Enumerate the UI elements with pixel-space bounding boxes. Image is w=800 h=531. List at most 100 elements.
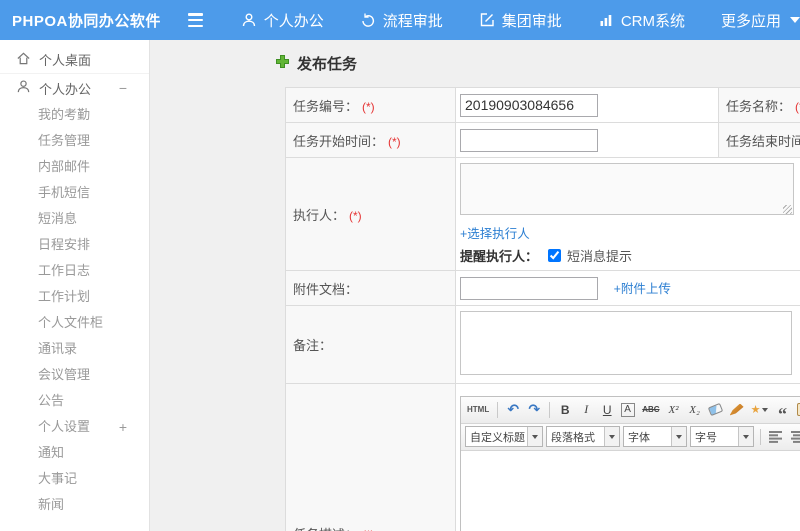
align-center-icon[interactable]: [789, 427, 800, 447]
align-left-icon[interactable]: [767, 427, 786, 447]
top-nav-menu: 个人办公 流程审批 集团审批 CRM系统 更多应用: [241, 10, 800, 31]
chevron-down-icon: [604, 427, 619, 446]
table-row: 执行人： (*) +选择执行人 提醒执行人： 短消息提示: [285, 157, 800, 271]
subscript-button[interactable]: X₂: [686, 400, 704, 420]
required-mark: (*): [795, 99, 800, 114]
chevron-down-icon: [762, 407, 769, 412]
sidebar-item-work-log[interactable]: 工作日志: [0, 258, 149, 284]
html-source-button[interactable]: HTML: [465, 400, 491, 420]
process-approval-icon: [360, 12, 376, 28]
home-icon: [16, 51, 31, 69]
remark-label: 备注：: [293, 338, 333, 353]
table-row: 任务开始时间：(*) 任务结束时间：(*): [285, 122, 800, 158]
remark-textarea[interactable]: [460, 311, 792, 375]
main-content: 发布任务 任务编号：(*) 任务名称：(*) 任务开始时间：(*) 任务结束时间…: [150, 40, 800, 531]
remind-executor-label: 提醒执行人：: [460, 249, 539, 264]
bold-button[interactable]: B: [556, 400, 574, 420]
rich-text-editor: HTML ↶ ↷ B I U A ABC X² X₂ ★ “ 自定义标题 段落格…: [460, 395, 800, 531]
select-executor-link[interactable]: +选择执行人: [460, 227, 530, 241]
nav-more-apps[interactable]: 更多应用: [721, 10, 800, 31]
start-time-input[interactable]: [460, 128, 598, 152]
chevron-down-icon: [527, 427, 542, 446]
table-row: 任务编号：(*) 任务名称：(*): [285, 87, 800, 123]
sidebar-item-milestones[interactable]: 大事记: [0, 466, 149, 492]
strikethrough-button[interactable]: ABC: [640, 400, 661, 420]
nav-group-approval[interactable]: 集团审批: [479, 10, 562, 31]
blockquote-button[interactable]: “: [773, 400, 791, 423]
undo-button[interactable]: ↶: [504, 400, 522, 420]
add-icon: [275, 54, 290, 73]
superscript-button[interactable]: X²: [665, 400, 683, 420]
app-logo: PHPOA协同办公软件: [12, 12, 161, 30]
chevron-down-icon: [790, 17, 800, 23]
sidebar-item-notice[interactable]: 通知: [0, 440, 149, 466]
publish-task-form: 任务编号：(*) 任务名称：(*) 任务开始时间：(*) 任务结束时间：(*) …: [285, 87, 800, 531]
edit-icon: [479, 12, 495, 28]
end-time-label: 任务结束时间：: [726, 133, 800, 149]
sidebar: 个人桌面 个人办公 − 我的考勤 任务管理 内部邮件 手机短信 短消息 日程安排…: [0, 40, 150, 531]
executor-textarea[interactable]: [460, 163, 794, 215]
editor-toolbar-row1: HTML ↶ ↷ B I U A ABC X² X₂ ★ “: [461, 396, 800, 424]
required-mark: (*): [388, 134, 401, 149]
italic-button[interactable]: I: [577, 400, 595, 420]
sidebar-item-announcement[interactable]: 公告: [0, 388, 149, 414]
task-number-label: 任务编号：: [293, 98, 359, 114]
font-size-dropdown[interactable]: 字号: [690, 426, 754, 447]
expand-icon[interactable]: +: [119, 414, 127, 440]
underline-button[interactable]: U: [598, 400, 616, 420]
editor-content-area[interactable]: [461, 450, 800, 531]
table-row: 附件文档： +附件上传: [285, 270, 800, 306]
sidebar-item-internal-mail[interactable]: 内部邮件: [0, 154, 149, 180]
attachment-label: 附件文档：: [293, 281, 359, 297]
chevron-down-icon: [671, 427, 686, 446]
nav-personal-office[interactable]: 个人办公: [241, 10, 324, 31]
eraser-icon[interactable]: [707, 400, 725, 420]
paste-template-button[interactable]: T: [794, 400, 800, 420]
font-style-button[interactable]: A: [619, 400, 637, 420]
sidebar-item-personal-desktop[interactable]: 个人桌面: [0, 46, 149, 74]
sidebar-item-work-plan[interactable]: 工作计划: [0, 284, 149, 310]
sidebar-item-schedule[interactable]: 日程安排: [0, 232, 149, 258]
executor-label: 执行人：: [293, 207, 346, 223]
sidebar-item-contacts[interactable]: 通讯录: [0, 336, 149, 362]
sidebar-item-meeting-management[interactable]: 会议管理: [0, 362, 149, 388]
required-mark: (*): [349, 208, 362, 223]
custom-title-dropdown[interactable]: 自定义标题: [465, 426, 543, 447]
attachment-input[interactable]: [460, 276, 598, 300]
table-row: 备注：: [285, 305, 800, 384]
user-icon: [241, 12, 257, 28]
sidebar-item-personal-settings[interactable]: 个人设置 +: [0, 414, 149, 440]
quick-format-button[interactable]: ★: [749, 400, 771, 420]
format-brush-icon[interactable]: [728, 400, 746, 420]
required-mark: (*): [362, 99, 375, 114]
redo-button[interactable]: ↷: [525, 400, 543, 420]
task-number-input[interactable]: [460, 93, 598, 117]
sidebar-item-my-attendance[interactable]: 我的考勤: [0, 102, 149, 128]
sidebar-item-personal-office[interactable]: 个人办公 −: [0, 74, 149, 102]
sidebar-item-task-management[interactable]: 任务管理: [0, 128, 149, 154]
sidebar-item-news[interactable]: 新闻: [0, 492, 149, 518]
sidebar-item-short-message[interactable]: 短消息: [0, 206, 149, 232]
paragraph-format-dropdown[interactable]: 段落格式: [546, 426, 620, 447]
editor-toolbar-row2: 自定义标题 段落格式 字体 字号: [461, 423, 800, 451]
task-name-label: 任务名称：: [726, 98, 792, 114]
magic-wand-icon: ★: [750, 404, 761, 416]
start-time-label: 任务开始时间：: [293, 133, 385, 149]
collapse-icon[interactable]: −: [119, 80, 127, 96]
sidebar-submenu: 我的考勤 任务管理 内部邮件 手机短信 短消息 日程安排 工作日志 工作计划 个…: [0, 102, 149, 518]
user-icon: [16, 79, 31, 97]
task-description-label: 任务描述：: [293, 527, 358, 531]
nav-process-approval[interactable]: 流程审批: [360, 10, 443, 31]
font-family-dropdown[interactable]: 字体: [623, 426, 687, 447]
sidebar-item-personal-files[interactable]: 个人文件柜: [0, 310, 149, 336]
nav-crm-system[interactable]: CRM系统: [598, 10, 685, 31]
attachment-upload-link[interactable]: +附件上传: [614, 282, 671, 296]
table-row: 任务描述：(*) HTML ↶ ↷ B I U A ABC X²: [285, 383, 800, 531]
sms-remind-checkbox[interactable]: [548, 249, 562, 262]
sms-remind-label: 短消息提示: [567, 249, 633, 264]
top-navbar: PHPOA协同办公软件 个人办公 流程审批 集团审批 CRM系统 更多应用: [0, 0, 800, 40]
menu-toggle-icon[interactable]: [188, 13, 203, 27]
bar-chart-icon: [598, 12, 614, 28]
chevron-down-icon: [738, 427, 753, 446]
sidebar-item-mobile-sms[interactable]: 手机短信: [0, 180, 149, 206]
